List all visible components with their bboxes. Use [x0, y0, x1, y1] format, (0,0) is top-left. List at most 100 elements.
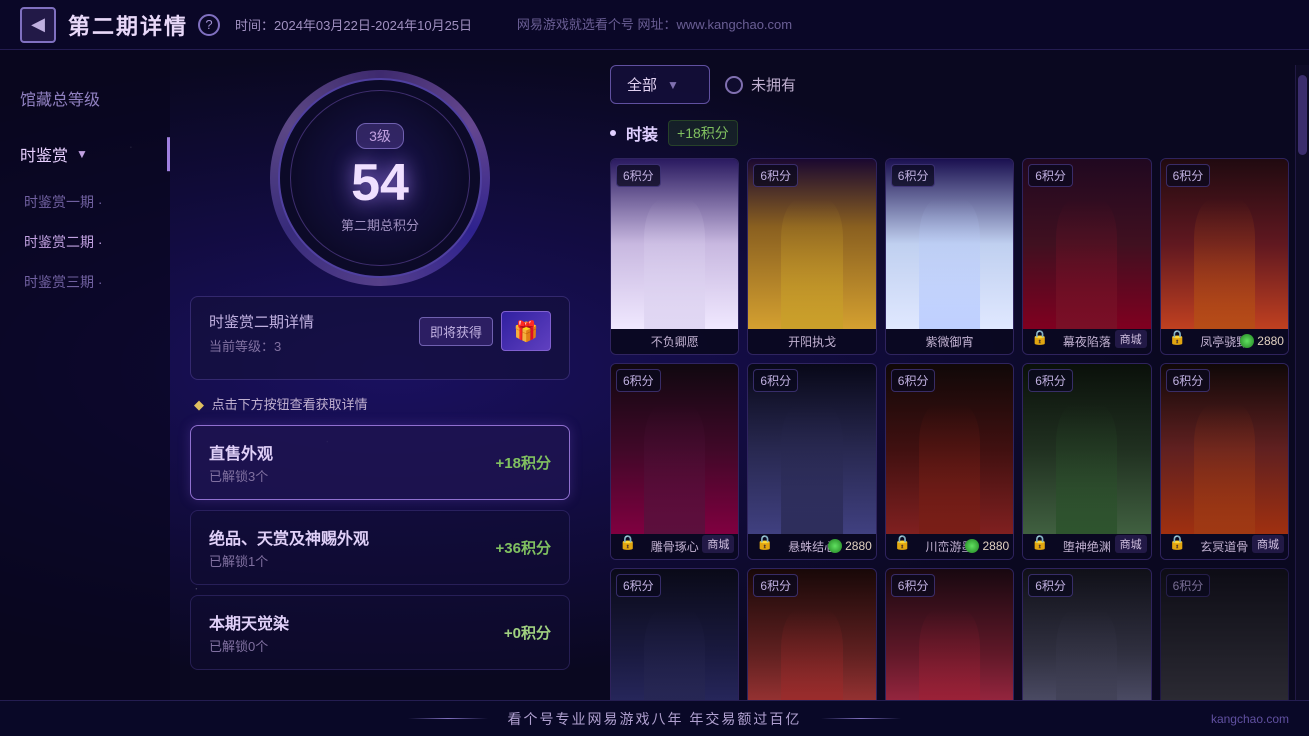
category-score-dye: +0积分 — [504, 622, 551, 643]
item-score: 6积分 — [616, 369, 661, 392]
lock-icon: 🔒 — [756, 534, 773, 551]
section-header: 时装 +18积分 — [610, 120, 1289, 146]
item-price: 2880 — [965, 539, 1009, 553]
sidebar-collection-level: 馆藏总等级 — [0, 70, 170, 126]
section-dot — [610, 130, 616, 136]
category-score-premium: +36积分 — [496, 537, 551, 558]
gem-icon — [965, 539, 979, 553]
reward-icon: 🎁 — [501, 311, 551, 351]
category-sub-direct: 已解锁3个 — [209, 466, 273, 485]
item-score: 6积分 — [1028, 369, 1073, 392]
list-item[interactable]: 6积分 🔒 — [1022, 568, 1151, 700]
lock-icon: 🔒 — [894, 534, 911, 551]
lock-icon: 🔒 — [1169, 534, 1186, 551]
list-item[interactable]: 6积分 🔒 商城 幕夜陷落 — [1022, 158, 1151, 355]
list-item[interactable]: 6积分 紫微御宵 — [885, 158, 1014, 355]
lock-icon: 🔒 — [1031, 329, 1048, 346]
topbar: ◀ 第二期详情 ? 时间：2024年03月22日-2024年10月25日 网易游… — [0, 0, 1309, 50]
shop-badge: 商城 — [1115, 330, 1147, 348]
lock-icon: 🔒 — [619, 534, 636, 551]
section-title: 时装 — [626, 121, 658, 145]
help-icon[interactable]: ? — [198, 14, 220, 36]
category-sub-premium: 已解锁1个 — [209, 551, 369, 570]
gem-icon — [828, 539, 842, 553]
category-title-dye: 本期天觉染 — [209, 610, 289, 634]
bottombar-text: 看个号专业网易游戏八年 年交易额过百亿 — [508, 709, 802, 729]
item-score: 6积分 — [753, 574, 798, 597]
item-name: 紫微御宵 — [886, 329, 1013, 354]
time-range: 时间：2024年03月22日-2024年10月25日 — [235, 15, 472, 34]
get-button[interactable]: 即将获得 — [419, 317, 493, 346]
list-item[interactable]: 6积分 🔒 — [747, 568, 876, 700]
sidebar-item-period2[interactable]: 时鉴赏二期 · — [0, 222, 170, 262]
scrollbar-track[interactable] — [1295, 65, 1309, 700]
price-value: 2880 — [845, 539, 872, 553]
sidebar-item-period3[interactable]: 时鉴赏三期 · — [0, 262, 170, 302]
list-item[interactable]: 6积分 🔒 — [885, 568, 1014, 700]
item-score: 6积分 — [753, 369, 798, 392]
level-number: 54 — [351, 157, 409, 209]
back-button[interactable]: ◀ — [20, 7, 56, 43]
item-score: 6积分 — [616, 574, 661, 597]
main-content: 3级 54 第二期总积分 时鉴赏二期详情 当前等级：3 即将获得 🎁 ◆ ◆ 点… — [170, 50, 1309, 700]
chevron-down-icon: ▼ — [667, 78, 679, 92]
detail-card-title: 时鉴赏二期详情 — [209, 311, 314, 332]
list-item[interactable]: 6积分 🔒 商城 雕骨琢心 — [610, 363, 739, 560]
shop-badge: 商城 — [1252, 535, 1284, 553]
scrollbar-thumb[interactable] — [1298, 75, 1307, 155]
list-item[interactable]: 6积分 🔒 2880 川峦游墨 — [885, 363, 1014, 560]
filter-bar: 全部 ▼ 未拥有 — [610, 65, 1289, 104]
list-item[interactable]: 6积分 🔒 2880 悬蛛结心 — [747, 363, 876, 560]
level-badge: 3级 — [356, 123, 404, 149]
ring-inner: 3级 54 第二期总积分 — [290, 90, 470, 266]
list-item[interactable]: 6积分 🔒 2880 凤亭骁野 — [1160, 158, 1289, 355]
filter-radio-not-owned[interactable]: 未拥有 — [725, 74, 796, 95]
right-panel: 全部 ▼ 未拥有 时装 +18积分 6积分 — [590, 50, 1309, 700]
category-btn-dye[interactable]: 本期天觉染 已解锁0个 +0积分 — [190, 595, 570, 670]
left-panel: 3级 54 第二期总积分 时鉴赏二期详情 当前等级：3 即将获得 🎁 ◆ ◆ 点… — [170, 50, 590, 700]
item-score: 6积分 — [891, 574, 936, 597]
lock-icon: 🔒 — [1169, 329, 1186, 346]
watermark: 网易游戏就选看个号 网址：www.kangchao.com — [517, 0, 792, 50]
item-price: 2880 — [1240, 334, 1284, 348]
filter-select[interactable]: 全部 ▼ — [610, 65, 710, 104]
list-item[interactable]: 6积分 🔒 商城 玄冥道骨 — [1160, 363, 1289, 560]
diamond-icon: ◆ — [194, 397, 204, 412]
filter-radio-label: 未拥有 — [751, 74, 796, 95]
item-score: 6积分 — [1166, 574, 1211, 597]
category-score-direct: +18积分 — [496, 452, 551, 473]
item-score: 6积分 — [1166, 369, 1211, 392]
sidebar-item-label: 时鉴赏 — [20, 142, 68, 166]
detail-card-subtitle: 当前等级：3 — [209, 336, 314, 355]
sidebar-item-period1[interactable]: 时鉴赏一期 · — [0, 182, 170, 222]
chevron-down-icon: ▼ — [76, 147, 88, 161]
item-score: 6积分 — [891, 164, 936, 187]
sidebar-item-shijianshang[interactable]: 时鉴赏 ▼ — [0, 126, 170, 182]
price-value: 2880 — [1257, 334, 1284, 348]
level-ring: 3级 54 第二期总积分 — [270, 70, 490, 286]
list-item[interactable]: 6积分 不负卿愿 — [610, 158, 739, 355]
category-title-premium: 绝品、天赏及神赐外观 — [209, 525, 369, 549]
item-name: 不负卿愿 — [611, 329, 738, 354]
category-btn-direct[interactable]: 直售外观 已解锁3个 +18积分 — [190, 425, 570, 500]
gem-icon — [1240, 334, 1254, 348]
list-item[interactable]: 6积分 开阳执戈 — [747, 158, 876, 355]
item-score: 6积分 — [616, 164, 661, 187]
category-btn-premium[interactable]: 绝品、天赏及神赐外观 已解锁1个 +36积分 — [190, 510, 570, 585]
lock-icon: 🔒 — [1031, 534, 1048, 551]
divider-right — [821, 718, 901, 719]
shop-badge: 商城 — [702, 535, 734, 553]
sidebar-collection-label: 馆藏总等级 — [20, 92, 100, 109]
item-name: 开阳执戈 — [748, 329, 875, 354]
list-item[interactable]: 6积分 🔒 商城 堕神绝渊 — [1022, 363, 1151, 560]
item-price: 2880 — [828, 539, 872, 553]
bottombar: 看个号专业网易游戏八年 年交易额过百亿 kangchao.com — [0, 700, 1309, 736]
sidebar: 馆藏总等级 时鉴赏 ▼ 时鉴赏一期 · 时鉴赏二期 · 时鉴赏三期 · — [0, 50, 170, 700]
list-item[interactable]: 6积分 🔒 — [610, 568, 739, 700]
detail-card: 时鉴赏二期详情 当前等级：3 即将获得 🎁 — [190, 296, 570, 380]
item-score: 6积分 — [753, 164, 798, 187]
list-item[interactable]: 6积分 — [1160, 568, 1289, 700]
radio-circle — [725, 76, 743, 94]
price-value: 2880 — [982, 539, 1009, 553]
page-title: 第二期详情 — [68, 9, 188, 41]
